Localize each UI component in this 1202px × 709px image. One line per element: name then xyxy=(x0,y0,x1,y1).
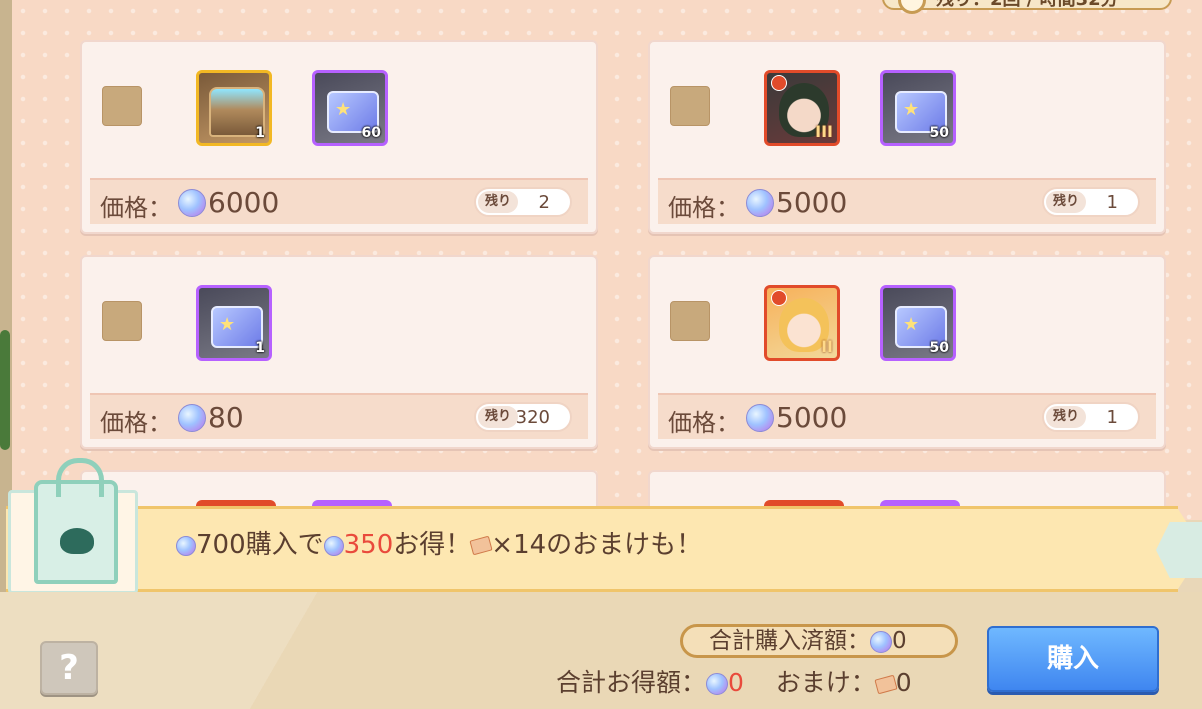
price-row: 価格： 80 残り 320 xyxy=(90,393,588,439)
select-checkbox[interactable] xyxy=(102,86,142,126)
attribute-icon xyxy=(771,290,787,306)
select-checkbox[interactable] xyxy=(670,301,710,341)
jewel-icon xyxy=(178,404,206,432)
total-savings-label: 合計お得額： xyxy=(556,668,707,697)
jewel-icon xyxy=(746,189,774,217)
timer-text: 残り：2回 / 時間32分 xyxy=(936,0,1119,10)
stock-tag: 残り xyxy=(1046,406,1086,428)
price-label: 価格： xyxy=(668,409,740,437)
select-checkbox[interactable] xyxy=(670,86,710,126)
select-checkbox[interactable] xyxy=(102,301,142,341)
promo-bonus: ×14のおまけも！ xyxy=(491,530,703,560)
jewel-icon xyxy=(323,535,344,556)
stock-count: 1 xyxy=(1106,407,1118,428)
jewel-icon xyxy=(706,673,729,695)
item-count: 50 xyxy=(929,125,949,141)
promo-savings-suffix: お得！ xyxy=(393,530,472,560)
price-value: 80 xyxy=(208,401,244,434)
stock-badge: 残り 2 xyxy=(474,187,572,217)
price-row: 価格： 5000 残り 1 xyxy=(658,178,1156,224)
price-row: 価格： 6000 残り 2 xyxy=(90,178,588,224)
stock-count: 320 xyxy=(515,407,550,428)
item-count: 1 xyxy=(255,125,265,141)
vine-decoration xyxy=(0,330,10,450)
shop-card-1[interactable]: 1 60 価格： 6000 残り 2 xyxy=(80,40,598,234)
treasure-chest-item[interactable]: 1 xyxy=(196,70,272,146)
shop-panel: 1 60 価格： 6000 残り 2 III 50 価格： xyxy=(12,0,1202,520)
total-purchased-value: 0 xyxy=(892,628,907,654)
total-purchased-badge: 合計購入済額： 0 xyxy=(680,624,958,658)
attribute-icon xyxy=(771,75,787,91)
price-value: 5000 xyxy=(776,401,848,434)
purchase-button[interactable]: 購入 xyxy=(987,626,1159,692)
stock-badge: 残り 1 xyxy=(1042,402,1140,432)
item-count: 50 xyxy=(929,340,949,356)
character-item[interactable]: II xyxy=(764,285,840,361)
total-savings-value: 0 xyxy=(728,668,744,697)
rank-label: III xyxy=(815,122,833,141)
character-item[interactable]: III xyxy=(764,70,840,146)
memory-ticket-item[interactable]: 60 xyxy=(312,70,388,146)
stock-badge: 残り 320 xyxy=(474,402,572,432)
jewel-icon xyxy=(746,404,774,432)
stock-count: 1 xyxy=(1106,192,1118,213)
shopping-bag-icon xyxy=(34,458,118,584)
price-label: 価格： xyxy=(100,194,172,222)
savings-summary: 合計お得額： 0 おまけ： 0 xyxy=(556,663,912,699)
cat-icon xyxy=(60,528,94,554)
ticket-icon xyxy=(469,535,493,556)
shop-card-4[interactable]: II 50 価格： 5000 残り 1 xyxy=(648,255,1166,449)
memory-ticket-item[interactable]: 50 xyxy=(880,285,956,361)
price-label: 価格： xyxy=(668,194,740,222)
stock-tag: 残り xyxy=(1046,191,1086,213)
jewel-icon xyxy=(870,630,892,653)
total-purchased-label: 合計購入済額： xyxy=(709,628,870,654)
shop-card-3[interactable]: 1 価格： 80 残り 320 xyxy=(80,255,598,449)
promo-purchase-amount: 700購入で xyxy=(196,530,324,560)
stock-tag: 残り xyxy=(478,191,518,213)
memory-ticket-item[interactable]: 1 xyxy=(196,285,272,361)
promo-text: 700購入で 350お得！ ×14のおまけも！ xyxy=(176,524,702,561)
shop-card-2[interactable]: III 50 価格： 5000 残り 1 xyxy=(648,40,1166,234)
item-count: 1 xyxy=(255,340,265,356)
price-value: 6000 xyxy=(208,186,280,219)
ticket-icon xyxy=(874,674,898,694)
memory-ticket-item[interactable]: 50 xyxy=(880,70,956,146)
bonus-label: おまけ： xyxy=(775,668,876,697)
rank-label: II xyxy=(821,337,833,356)
price-value: 5000 xyxy=(776,186,848,219)
price-row: 価格： 5000 残り 1 xyxy=(658,393,1156,439)
item-count: 60 xyxy=(361,125,381,141)
promo-savings: 350 xyxy=(343,530,394,560)
jewel-icon xyxy=(176,535,196,556)
jewel-icon xyxy=(178,189,206,217)
stock-count: 2 xyxy=(538,192,550,213)
timer-badge: 残り：2回 / 時間32分 xyxy=(882,0,1172,14)
stock-tag: 残り xyxy=(478,406,518,428)
price-label: 価格： xyxy=(100,409,172,437)
stock-badge: 残り 1 xyxy=(1042,187,1140,217)
help-button[interactable]: ? xyxy=(40,641,98,695)
bonus-value: 0 xyxy=(895,668,912,697)
